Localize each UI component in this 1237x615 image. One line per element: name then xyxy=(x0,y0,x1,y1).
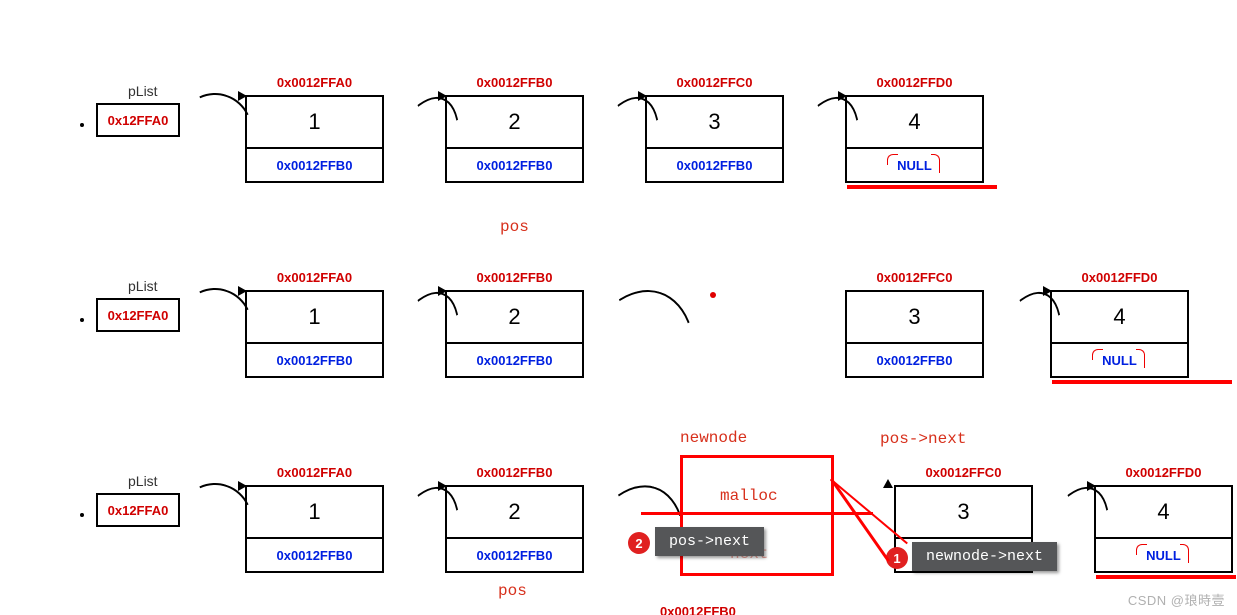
pos-label: pos xyxy=(500,218,529,236)
node-addr: 0x0012FFD0 xyxy=(847,75,982,90)
node-addr: 0x0012FFA0 xyxy=(247,270,382,285)
node-next: 0x0012FFB0 xyxy=(247,344,382,376)
node-addr: 0x0012FFA0 xyxy=(247,75,382,90)
null-underline xyxy=(1052,380,1232,384)
malloc-text: malloc xyxy=(720,487,778,505)
node-data: 1 xyxy=(247,292,382,344)
plist-box: 0x12FFA0 xyxy=(96,493,180,527)
node-data: 3 xyxy=(896,487,1031,539)
node-4: 0x0012FFD0 4 NULL xyxy=(1094,485,1233,573)
null-underline xyxy=(847,185,997,189)
node-3: 0x0012FFC0 3 0x0012FFB0 xyxy=(845,290,984,378)
node-next: 0x0012FFB0 xyxy=(447,149,582,181)
step2-pill: pos->next xyxy=(655,527,764,556)
node-data: 1 xyxy=(247,97,382,149)
node-addr: 0x0012FFC0 xyxy=(896,465,1031,480)
node-data: 4 xyxy=(847,97,982,149)
node-2: 0x0012FFB0 2 0x0012FFB0 xyxy=(445,485,584,573)
node-data: 2 xyxy=(447,487,582,539)
node-1: 0x0012FFA0 1 0x0012FFB0 xyxy=(245,485,384,573)
node-data: 1 xyxy=(247,487,382,539)
red-divider xyxy=(641,512,873,515)
node-addr: 0x0012FFC0 xyxy=(847,270,982,285)
node-next: NULL xyxy=(1096,539,1231,571)
arrowhead-icon xyxy=(1043,286,1052,296)
node-data: 3 xyxy=(847,292,982,344)
node-next: 0x0012FFB0 xyxy=(447,539,582,571)
node-data: 4 xyxy=(1052,292,1187,344)
arrowhead-icon xyxy=(438,481,447,491)
step1-pill: newnode->next xyxy=(912,542,1057,571)
node-1: 0x0012FFA0 1 0x0012FFB0 xyxy=(245,290,384,378)
arrowhead-icon xyxy=(438,91,447,101)
node-4: 0x0012FFD0 4 NULL xyxy=(1050,290,1189,378)
node-1: 0x0012FFA0 1 0x0012FFB0 xyxy=(245,95,384,183)
arrowhead-icon xyxy=(438,286,447,296)
plist-box: 0x12FFA0 xyxy=(96,103,180,137)
node-next: 0x0012FFB0 xyxy=(247,539,382,571)
node-addr: 0x0012FFB0 xyxy=(447,75,582,90)
node-4: 0x0012FFD0 4 NULL xyxy=(845,95,984,183)
arrowhead-icon xyxy=(883,479,893,488)
plist-label: pList xyxy=(128,83,158,99)
null-underline xyxy=(1096,575,1236,579)
plist-label: pList xyxy=(128,473,158,489)
posnext-label: pos->next xyxy=(880,430,966,448)
watermark: CSDN @琅時壹 xyxy=(1128,590,1225,609)
arrowhead-icon xyxy=(238,286,247,296)
node-addr: 0x0012FFB0 xyxy=(447,465,582,480)
bullet xyxy=(80,123,84,127)
plist-label: pList xyxy=(128,278,158,294)
node-data: 4 xyxy=(1096,487,1231,539)
node-next: NULL xyxy=(847,149,982,181)
node-next: 0x0012FFB0 xyxy=(447,344,582,376)
pos-label-bottom: pos xyxy=(498,582,527,600)
node-next: 0x0012FFB0 xyxy=(647,149,782,181)
step-badge-1: 1 xyxy=(886,547,908,569)
node-2: 0x0012FFB0 2 0x0012FFB0 xyxy=(445,95,584,183)
node-addr: 0x0012FFA0 xyxy=(247,465,382,480)
node-addr: 0x0012FFD0 xyxy=(1052,270,1187,285)
node-3: 0x0012FFC0 3 0x0012FFB0 xyxy=(645,95,784,183)
node-next: NULL xyxy=(1052,344,1187,376)
node-data: 2 xyxy=(447,292,582,344)
node-addr: 0x0012FFC0 xyxy=(647,75,782,90)
newnode-label: newnode xyxy=(680,429,747,447)
arrowhead-icon xyxy=(638,91,647,101)
node-addr: 0x0012FFB0 xyxy=(447,270,582,285)
node-2: 0x0012FFB0 2 0x0012FFB0 xyxy=(445,290,584,378)
bullet xyxy=(80,318,84,322)
node-next: 0x0012FFB0 xyxy=(247,149,382,181)
arrowhead-icon xyxy=(838,91,847,101)
arrowhead-icon xyxy=(238,481,247,491)
arrowhead-icon xyxy=(1087,481,1096,491)
node-next: 0x0012FFB0 xyxy=(847,344,982,376)
truncated-addr: 0x0012FFB0 xyxy=(660,604,736,615)
arrowhead-icon xyxy=(238,91,247,101)
node-data: 2 xyxy=(447,97,582,149)
step-badge-2: 2 xyxy=(628,532,650,554)
bullet xyxy=(80,513,84,517)
node-data: 3 xyxy=(647,97,782,149)
node-addr: 0x0012FFD0 xyxy=(1096,465,1231,480)
red-dot-icon xyxy=(710,292,716,298)
plist-box: 0x12FFA0 xyxy=(96,298,180,332)
